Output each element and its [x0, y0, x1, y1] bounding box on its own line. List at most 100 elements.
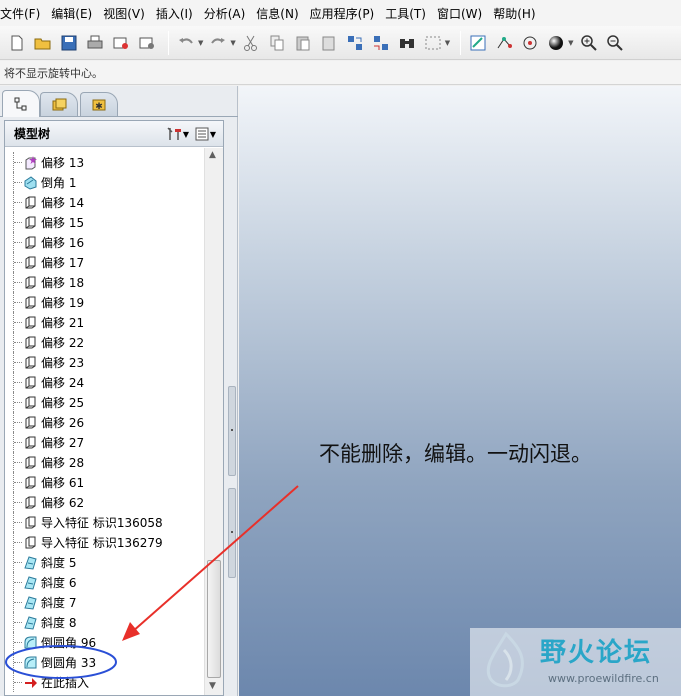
select-dropdown-icon[interactable]: ▼ [445, 39, 450, 47]
tab-favorites[interactable]: ✱ [80, 92, 118, 116]
tree-columns-button[interactable]: ▼ [191, 124, 219, 144]
tree-item[interactable]: 导入特征 标识136058 [5, 512, 203, 532]
tree-guide-line [13, 512, 23, 532]
menu-item-8[interactable]: 窗口(W) [437, 5, 489, 22]
scroll-down-icon[interactable]: ▼ [209, 681, 216, 691]
paste-special-icon[interactable] [318, 32, 340, 54]
tree-item[interactable]: 偏移 27 [5, 432, 203, 452]
tree-guide-line [13, 192, 23, 212]
flame-logo-icon [486, 631, 524, 688]
chevron-down-icon: ▼ [182, 129, 190, 139]
scroll-thumb[interactable] [207, 560, 221, 678]
tree-guide-line [13, 612, 23, 632]
tree-settings-button[interactable]: ▼ [163, 124, 191, 144]
tree-guide-line [13, 172, 23, 192]
menu-item-2[interactable]: 视图(V) [103, 5, 152, 22]
svg-text:✱: ✱ [95, 102, 103, 112]
tree-item-label: 偏移 13 [41, 155, 85, 170]
tree-item[interactable]: 偏移 22 [5, 332, 203, 352]
tree-item-label: 偏移 27 [41, 435, 85, 450]
tree-scrollbar[interactable]: ▲ ▼ [204, 148, 223, 695]
tree-item[interactable]: 偏移 61 [5, 472, 203, 492]
tree-item[interactable]: 偏移 18 [5, 272, 203, 292]
menu-item-4[interactable]: 分析(A) [204, 5, 253, 22]
tree-item[interactable]: 偏移 19 [5, 292, 203, 312]
offset-icon [23, 255, 38, 270]
undo-dropdown-icon[interactable]: ▼ [198, 39, 203, 47]
tree-item[interactable]: 偏移 23 [5, 352, 203, 372]
tree-item[interactable]: 斜度 7 [5, 592, 203, 612]
redo-dropdown-icon[interactable]: ▼ [230, 39, 235, 47]
open-folder-icon[interactable] [32, 32, 54, 54]
tree-item[interactable]: 偏移 16 [5, 232, 203, 252]
tree-item[interactable]: 偏移 28 [5, 452, 203, 472]
tree-item[interactable]: 偏移 24 [5, 372, 203, 392]
tree-item[interactable]: 偏移 14 [5, 192, 203, 212]
tree-item[interactable]: 斜度 5 [5, 552, 203, 572]
tree-item[interactable]: 导入特征 标识136279 [5, 532, 203, 552]
menu-item-7[interactable]: 工具(T) [385, 5, 433, 22]
tree-item[interactable]: 偏移 62 [5, 492, 203, 512]
menu-item-6[interactable]: 应用程序(P) [310, 5, 382, 22]
offset-icon [23, 335, 38, 350]
tree-item-label: 偏移 19 [41, 295, 85, 310]
tree-item[interactable]: 偏移 25 [5, 392, 203, 412]
tree-item[interactable]: 倒角 1 [5, 172, 203, 192]
redo-icon[interactable] [207, 32, 229, 54]
orient-icon[interactable] [519, 32, 541, 54]
select-box-icon[interactable] [422, 32, 444, 54]
paste-icon[interactable] [292, 32, 314, 54]
sketch-icon[interactable] [467, 32, 489, 54]
undo-icon[interactable] [175, 32, 197, 54]
tree-guide-line [13, 492, 23, 512]
copy-icon[interactable] [266, 32, 288, 54]
scroll-up-icon[interactable]: ▲ [209, 150, 216, 160]
tree-item-label: 偏移 61 [41, 475, 85, 490]
menu-item-9[interactable]: 帮助(H) [493, 5, 542, 22]
tree-guide-line [13, 592, 23, 612]
mail-attach-icon[interactable] [136, 32, 158, 54]
zoom-out-icon[interactable] [604, 32, 626, 54]
tree-item[interactable]: 在此插入 [5, 672, 203, 692]
graphics-window[interactable]: 不能删除，编辑。一动闪退。 [239, 86, 681, 696]
menu-item-3[interactable]: 插入(I) [156, 5, 200, 22]
panel-splitter-handle[interactable] [228, 386, 236, 476]
panel-splitter-handle-lower[interactable] [228, 488, 236, 578]
tree-item[interactable]: 偏移 17 [5, 252, 203, 272]
tree-guide-line [13, 292, 23, 312]
tree-item[interactable]: 偏移 21 [5, 312, 203, 332]
print-icon[interactable] [84, 32, 106, 54]
watermark-url: www.proewildfire.cn [548, 672, 659, 685]
tree-item[interactable]: 偏移 26 [5, 412, 203, 432]
model-tree-list: 偏移 13 倒角 1 偏移 14 偏移 15 偏移 16 偏移 17 偏移 18 偏移 19 偏… [5, 152, 203, 696]
cut-icon[interactable] [240, 32, 262, 54]
zoom-in-icon[interactable] [578, 32, 600, 54]
offset-icon [23, 455, 38, 470]
save-icon[interactable] [58, 32, 80, 54]
spin-center-icon[interactable] [493, 32, 515, 54]
tree-item[interactable]: 斜度 6 [5, 572, 203, 592]
find-binoculars-icon[interactable] [396, 32, 418, 54]
send-mail-icon[interactable] [110, 32, 132, 54]
menu-item-5[interactable]: 信息(N) [256, 5, 305, 22]
tab-folder-browser[interactable] [40, 92, 78, 116]
tree-guide-line [13, 552, 23, 572]
shading-dropdown-icon[interactable]: ▼ [568, 39, 573, 47]
new-file-icon[interactable] [6, 32, 28, 54]
shading-sphere-icon[interactable] [545, 32, 567, 54]
tree-item[interactable]: 偏移 15 [5, 212, 203, 232]
menu-item-1[interactable]: 编辑(E) [51, 5, 99, 22]
tree-item-label: 偏移 26 [41, 415, 85, 430]
tree-item[interactable]: 斜度 8 [5, 612, 203, 632]
menu-item-0[interactable]: 文件(F) [0, 5, 47, 22]
tree-item[interactable]: 倒圆角 33 [5, 652, 203, 672]
tree-item[interactable]: 偏移 13 [5, 152, 203, 172]
tab-model-tree[interactable] [2, 90, 40, 117]
tree-item[interactable]: 倒圆角 96 [5, 632, 203, 652]
regenerate-icon[interactable] [344, 32, 366, 54]
regenerate-manager-icon[interactable] [370, 32, 392, 54]
offset-icon [23, 315, 38, 330]
tree-guide-line [13, 572, 23, 592]
tree-item-label: 偏移 62 [41, 495, 85, 510]
tree-guide-line [13, 372, 23, 392]
